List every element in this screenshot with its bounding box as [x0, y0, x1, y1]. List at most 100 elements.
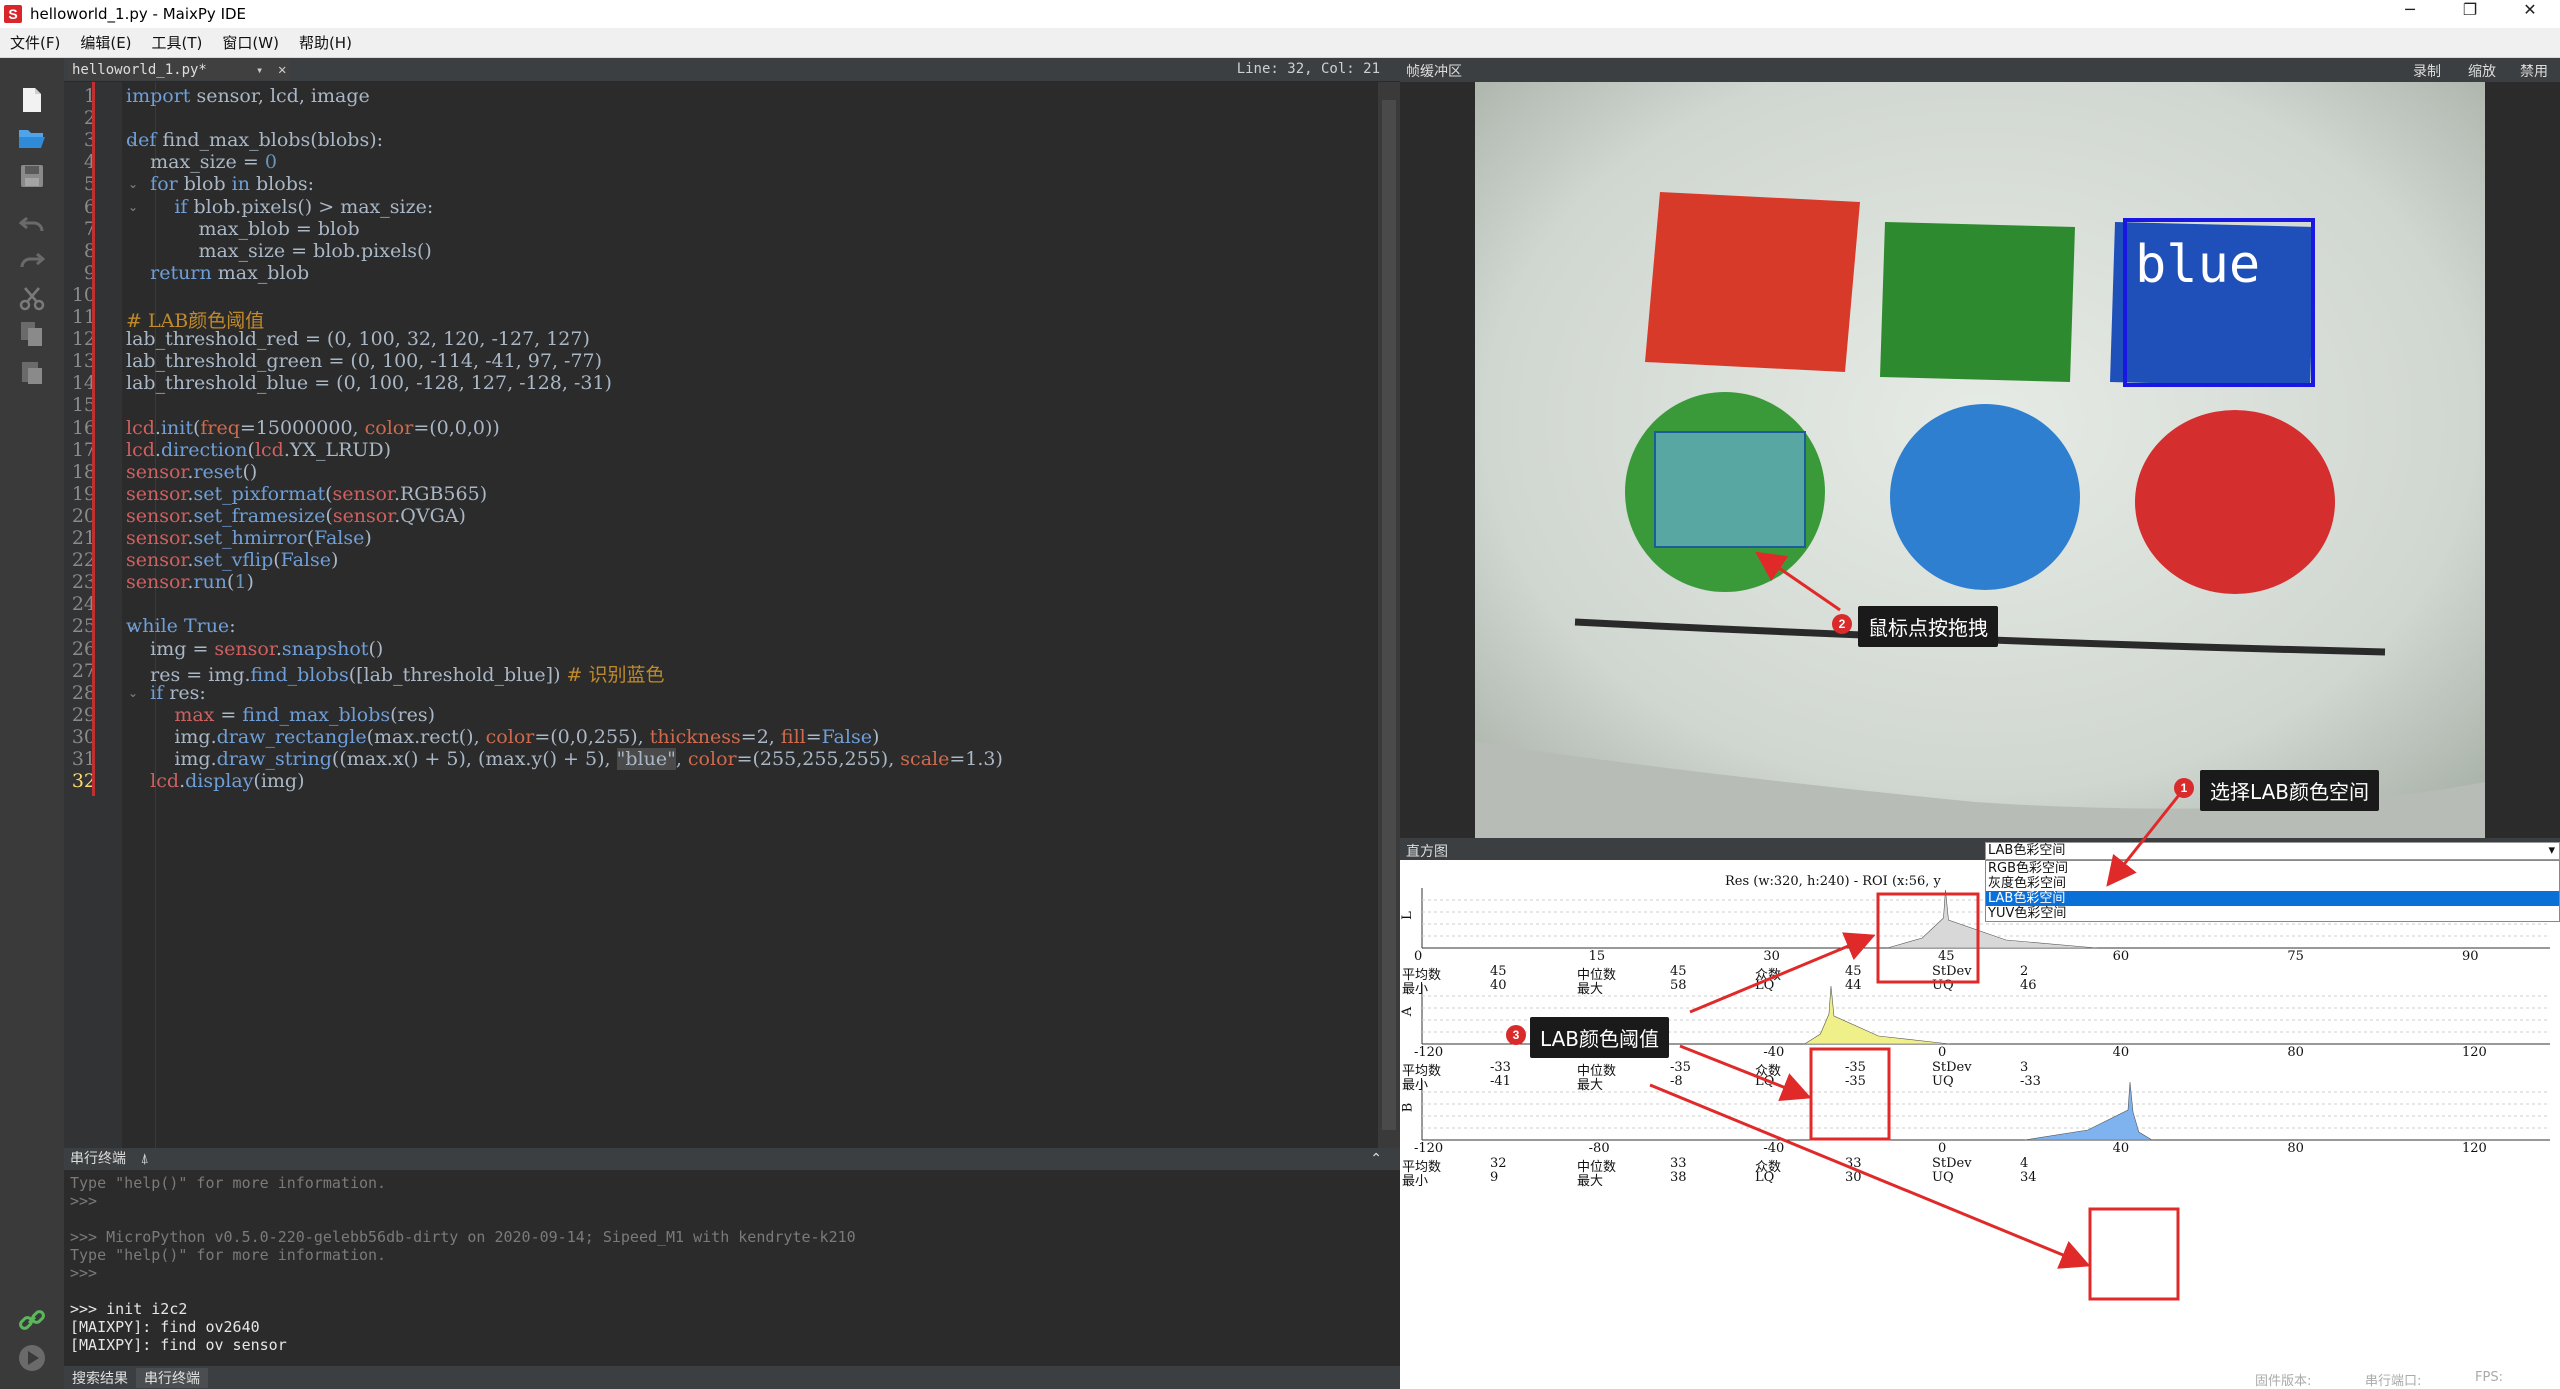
menu-window[interactable]: 窗口(W)	[212, 32, 289, 53]
code-token: (max.rect(),	[366, 725, 486, 748]
code-line: sensor.set_vflip(False)	[126, 549, 338, 571]
new-file-icon[interactable]	[14, 84, 50, 116]
paste-icon[interactable]	[14, 356, 50, 388]
clear-terminal-icon[interactable]: ⍋	[140, 1151, 148, 1167]
code-line: lab_threshold_green = (0, 100, -114, -41…	[126, 350, 602, 372]
menu-bar: 文件(F) 编辑(E) 工具(T) 窗口(W) 帮助(H)	[0, 28, 2560, 58]
code-token: set_pixformat	[193, 482, 326, 505]
tick-label: 0	[1938, 1045, 1947, 1060]
code-token: 0	[264, 151, 277, 174]
disable-button[interactable]: 禁用	[2520, 61, 2548, 81]
menu-tools[interactable]: 工具(T)	[142, 32, 213, 53]
roi-selection[interactable]	[1654, 431, 1806, 548]
stat-label: UQ	[1932, 1170, 1954, 1185]
stat-label: 最大	[1577, 1078, 1604, 1093]
cut-icon[interactable]	[14, 282, 50, 314]
code-token: max_size = blob.pixels()	[126, 239, 432, 262]
close-tab-icon[interactable]: ✕	[278, 60, 286, 80]
chevron-down-icon[interactable]: ▾	[256, 60, 263, 80]
stat-value: 34	[2020, 1170, 2037, 1185]
code-token: res:	[169, 681, 206, 704]
code-editor[interactable]: 1 2 3 4 5 6 7 8 9 10 11 12 13 14 15 16 17 18 19 20 21 22 23 24 2…	[64, 82, 1378, 1148]
fps-label: FPS:	[2475, 1370, 2503, 1385]
code-line: max = find_max_blobs(res)	[126, 704, 435, 726]
stat-label: UQ	[1932, 1074, 1954, 1089]
colorspace-option-gray[interactable]: 灰度色彩空间	[1986, 876, 2559, 891]
cursor-position: Line: 32, Col: 21	[1236, 61, 1380, 77]
code-token: (res)	[390, 703, 436, 726]
menu-edit[interactable]: 编辑(E)	[70, 32, 141, 53]
tab-serial-terminal[interactable]: 串行终端	[136, 1367, 208, 1388]
editor-scrollbar[interactable]	[1378, 82, 1400, 1148]
editor-header: helloworld_1.py* ▾ ✕ Line: 32, Col: 21	[64, 58, 1400, 82]
colorspace-select[interactable]: LAB色彩空间 ▾	[1985, 842, 2560, 860]
open-folder-icon[interactable]	[14, 122, 50, 154]
code-token: if	[126, 195, 194, 218]
code-token: find_max_blobs	[242, 703, 391, 726]
code-token: while	[126, 615, 184, 638]
bottom-tab-bar: 搜索结果 串行终端	[64, 1366, 1400, 1389]
collapse-icon[interactable]: ⌃	[1370, 1148, 1382, 1170]
terminal-line: >>> init i2c2	[70, 1300, 188, 1318]
code-token: ([lab_threshold_blue])	[348, 663, 567, 686]
stat-value: -35	[1670, 1060, 1691, 1075]
redo-icon[interactable]	[14, 244, 50, 276]
code-token: img.	[126, 725, 217, 748]
stat-value: 2	[2020, 964, 2029, 979]
close-button[interactable]: ✕	[2500, 0, 2560, 28]
code-token: lab_threshold_blue = (0, 100, -128, 127,…	[126, 372, 612, 395]
colorspace-options-list[interactable]: RGB色彩空间 灰度色彩空间 LAB色彩空间 YUV色彩空间	[1985, 860, 2560, 922]
tick-label: -120	[1414, 1141, 1444, 1156]
code-line: lab_threshold_blue = (0, 100, -128, 127,…	[126, 372, 612, 394]
code-token: sensor	[126, 549, 188, 572]
tick-label: -120	[1414, 1045, 1444, 1060]
code-token: display	[185, 770, 254, 793]
histogram-panel: Res (w:320, h:240) - ROI (x:56, y L 0 15 30…	[1400, 860, 2560, 1389]
code-line: sensor.set_pixformat(sensor.RGB565)	[126, 483, 487, 505]
code-token: sensor	[214, 637, 276, 660]
modified-marker	[92, 82, 95, 796]
code-token: max_size =	[126, 151, 265, 174]
tick-label: 40	[2112, 1141, 2130, 1156]
scrollbar-thumb[interactable]	[1382, 100, 1396, 1130]
connect-link-icon[interactable]	[14, 1304, 50, 1336]
menu-help[interactable]: 帮助(H)	[289, 32, 362, 53]
code-token: lcd	[254, 438, 284, 461]
code-token: img.	[126, 748, 217, 770]
tab-search-results[interactable]: 搜索结果	[64, 1368, 136, 1388]
undo-icon[interactable]	[14, 208, 50, 240]
code-token: ()	[242, 460, 258, 483]
code-line: import sensor, lcd, image	[126, 85, 370, 107]
stat-label: LQ	[1755, 1074, 1775, 1089]
tick-label: 80	[2287, 1141, 2304, 1156]
tick-label: 0	[1414, 949, 1423, 964]
editor-tab[interactable]: helloworld_1.py* ▾ ✕	[68, 60, 290, 80]
colorspace-option-lab[interactable]: LAB色彩空间	[1986, 891, 2559, 906]
code-line: res = img.find_blobs([lab_threshold_blue…	[126, 660, 664, 686]
copy-icon[interactable]	[14, 318, 50, 350]
code-line: lcd.direction(lcd.YX_LRUD)	[126, 439, 391, 461]
app-logo-icon: S	[4, 5, 22, 23]
menu-file[interactable]: 文件(F)	[0, 32, 70, 53]
frame-buffer-view[interactable]: blue	[1475, 82, 2485, 838]
framebuffer-header: 帧缓冲区 录制 缩放 禁用	[1400, 58, 2560, 82]
record-button[interactable]: 录制	[2413, 61, 2441, 81]
code-token: sensor	[126, 527, 188, 549]
maximize-button[interactable]: ❐	[2440, 0, 2500, 28]
code-token: =	[214, 703, 243, 726]
minimize-button[interactable]: ─	[2380, 0, 2440, 28]
stat-value: 45	[1670, 964, 1687, 979]
serial-terminal-label: 串行终端	[70, 1151, 126, 1167]
colorspace-option-rgb[interactable]: RGB色彩空间	[1986, 861, 2559, 876]
run-play-icon[interactable]	[14, 1342, 50, 1374]
stat-label: 最小	[1402, 1078, 1429, 1093]
stat-value: 45	[1490, 964, 1507, 979]
serial-terminal[interactable]: Type "help()" for more information. >>> >>…	[64, 1170, 1378, 1366]
code-line: sensor.run(1)	[126, 571, 254, 593]
code-token: color	[364, 416, 414, 439]
colorspace-option-yuv[interactable]: YUV色彩空间	[1986, 906, 2559, 921]
window-title: helloworld_1.py - MaixPy IDE	[30, 5, 247, 23]
zoom-button[interactable]: 缩放	[2468, 61, 2496, 81]
save-icon[interactable]	[14, 160, 50, 192]
code-token: init	[160, 416, 193, 439]
